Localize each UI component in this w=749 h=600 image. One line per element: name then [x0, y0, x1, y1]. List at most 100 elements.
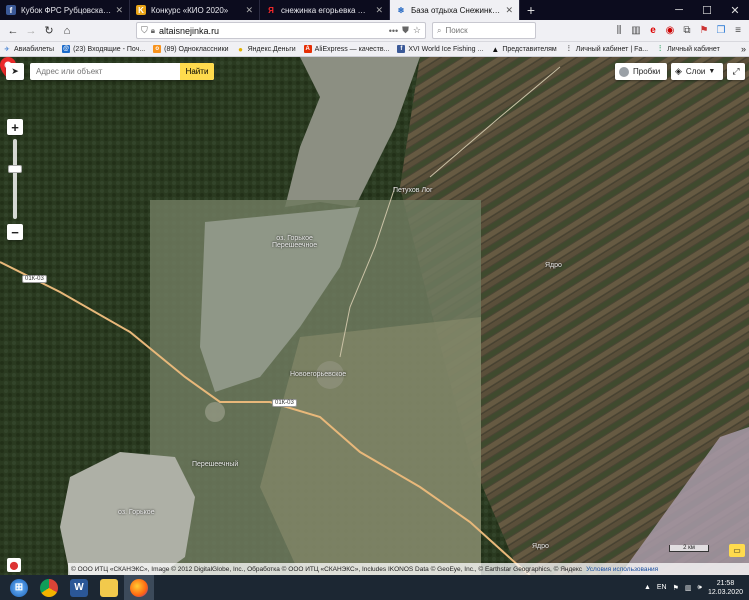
bookmark-item[interactable]: A AliExpress — качеств...	[303, 45, 390, 53]
library-icon[interactable]: ⫼	[612, 24, 626, 38]
bookmark-item[interactable]: @ (23) Входящие - Поч...	[62, 45, 145, 53]
screenshot-icon[interactable]: ⧉	[680, 24, 694, 38]
tab-favicon-icon: K	[136, 5, 146, 15]
bookmark-label: Личный кабинет	[667, 45, 720, 53]
bookmark-star-icon[interactable]: ☆	[413, 25, 421, 36]
fullscreen-icon[interactable]: ⤢	[727, 63, 745, 80]
tab-label: Конкурс «КИО 2020»	[151, 5, 229, 15]
url-bar[interactable]: ⛉ 🔒︎ altaisnejinka.ru ••• ⛊ ☆	[136, 22, 426, 39]
close-tab-icon[interactable]: ✕	[375, 5, 383, 16]
map-label-lake-gorkoe-pereshechnoe: оз. Горькое Перешеечное	[272, 235, 318, 249]
firefox-icon	[130, 578, 148, 597]
extension-red-e-icon[interactable]: e	[646, 24, 660, 38]
bookmark-flag-icon[interactable]: ⚑	[697, 24, 711, 38]
network-icon[interactable]: ▥	[685, 584, 692, 592]
tab-kio[interactable]: K Конкурс «КИО 2020» ✕	[130, 0, 260, 20]
search-icon: ⌕	[437, 25, 442, 35]
zoom-slider-track[interactable]	[13, 139, 17, 219]
geo-pin-icon[interactable]: ⬤	[7, 558, 21, 572]
traffic-label: Пробки	[633, 67, 661, 76]
close-tab-icon[interactable]: ✕	[505, 5, 513, 16]
locate-arrow-icon[interactable]: ➤	[6, 63, 24, 80]
new-tab-button[interactable]: +	[520, 0, 542, 20]
road-label-01k03-center: 01К-03	[272, 399, 297, 407]
search-input[interactable]	[445, 26, 526, 35]
folder-icon	[100, 578, 118, 597]
map-copyright: © ООО ИТЦ «СКАНЭКС», Image © 2012 Digita…	[68, 563, 749, 575]
search-box[interactable]: ⌕	[432, 22, 536, 39]
volume-icon[interactable]: 🕪︎	[698, 584, 702, 592]
forward-icon[interactable]: →	[22, 22, 40, 40]
tab-kubok[interactable]: f Кубок ФРС Рубцовска по блесне ✕	[0, 0, 130, 20]
map-label-yadro-2: Ядро	[532, 543, 549, 550]
plane-icon: ✈	[4, 46, 10, 53]
bookmark-item[interactable]: o (89) Одноклассники	[153, 45, 229, 53]
home-icon[interactable]: ⌂	[58, 22, 76, 40]
road-label-01k03-west: 01К-03	[22, 275, 47, 283]
bookmark-item[interactable]: ▲ Представителям	[491, 45, 556, 54]
close-tab-icon[interactable]: ✕	[245, 5, 253, 16]
bookmark-item[interactable]: ✈ Авиабилеты	[3, 45, 54, 53]
map-label-novoegoryevskoe: Новоегорьевское	[290, 371, 347, 378]
sidebar-icon[interactable]: ▥	[629, 24, 643, 38]
snowflake-favicon-icon: ❄	[397, 5, 405, 15]
find-button[interactable]: Найти	[180, 63, 214, 80]
bookmark-item[interactable]: ⫶ Личный кабинет | Fa...	[565, 44, 648, 53]
more-actions-icon[interactable]: •••	[389, 26, 398, 36]
scale-bar: 2 км	[669, 545, 709, 552]
language-indicator[interactable]: EN	[657, 584, 667, 591]
traffic-light-icon	[619, 66, 629, 77]
close-window-icon[interactable]: ✕	[721, 0, 749, 20]
back-icon[interactable]: ←	[4, 22, 22, 40]
map-label-yadro-1: Ядро	[545, 262, 562, 269]
terms-of-use-link[interactable]: Условия использования	[586, 566, 658, 573]
pocket-icon[interactable]: ⛊	[402, 25, 409, 36]
zoom-slider-thumb[interactable]	[8, 165, 22, 173]
bookmark-item[interactable]: ⫶ Личный кабинет	[656, 44, 720, 53]
close-tab-icon[interactable]: ✕	[115, 5, 123, 16]
bookmark-label: AliExpress — качеств...	[314, 45, 390, 53]
satellite-map[interactable]: Петухов Лог оз. Горькое Перешеечное Ново…	[0, 57, 749, 575]
traffic-button[interactable]: Пробки	[615, 63, 667, 80]
extension-stack-icon[interactable]: ❐	[714, 24, 728, 38]
map-scale: 2 км	[665, 545, 709, 552]
bookmarks-overflow-icon[interactable]: »	[741, 44, 746, 54]
layers-label: Слои	[685, 67, 706, 76]
flag-icon[interactable]: ⚑	[673, 584, 679, 592]
shield-icon[interactable]: ⛉	[141, 25, 148, 36]
zoom-in-button[interactable]: +	[7, 119, 23, 135]
toolbar-icons: ⫼ ▥ e ◉ ⧉ ⚑ ❐ ≡	[612, 24, 745, 38]
bookmark-item[interactable]: f XVI World Ice Fishing ...	[397, 45, 483, 53]
map-search-bar: Найти	[30, 63, 214, 80]
extension-circle-icon[interactable]: ◉	[663, 24, 677, 38]
windows-start-icon: ⊞	[10, 578, 28, 597]
ruler-icon[interactable]: ▭	[729, 544, 745, 557]
clock-date: 12.03.2020	[707, 588, 743, 596]
tab-snezhinka[interactable]: ❄ База отдыха Снежинка - Главная ✕	[390, 0, 520, 20]
bookmark-item[interactable]: ● Яндекс.Деньги	[237, 45, 296, 54]
reload-icon[interactable]: ↻	[40, 22, 58, 40]
nav-bar: ← → ↻ ⌂ ⛉ 🔒︎ altaisnejinka.ru ••• ⛊ ☆ ⌕ …	[0, 20, 749, 42]
scale-label: 2 км	[683, 545, 695, 551]
map-label-petukhov-log: Петухов Лог	[393, 187, 433, 194]
tray-expand-icon[interactable]: ▲	[644, 584, 651, 591]
minimize-icon[interactable]: ─	[665, 0, 693, 20]
taskbar-firefox[interactable]	[124, 575, 154, 600]
bookmark-label: Яндекс.Деньги	[247, 45, 296, 53]
window-controls: ─ ☐ ✕	[665, 0, 749, 20]
layers-button[interactable]: ◈ Слои ▼	[671, 63, 723, 80]
tab-yandex-search[interactable]: Я снежинка егорьевка — Яндекс ✕	[260, 0, 390, 20]
start-button[interactable]: ⊞	[4, 575, 34, 600]
menu-icon[interactable]: ≡	[731, 24, 745, 38]
map-search-input[interactable]	[30, 63, 180, 80]
maximize-icon[interactable]: ☐	[693, 0, 721, 20]
yandex-favicon-icon: Я	[268, 5, 274, 15]
zoom-out-button[interactable]: −	[7, 224, 23, 240]
url-text[interactable]: altaisnejinka.ru	[159, 26, 385, 36]
lock-icon[interactable]: 🔒︎	[151, 26, 155, 36]
taskbar-word[interactable]: W	[64, 575, 94, 600]
taskbar-chrome[interactable]	[34, 575, 64, 600]
cabinet-icon: ⫶	[659, 44, 662, 53]
taskbar-explorer[interactable]	[94, 575, 124, 600]
clock[interactable]: 21:58 12.03.2020	[708, 579, 743, 597]
